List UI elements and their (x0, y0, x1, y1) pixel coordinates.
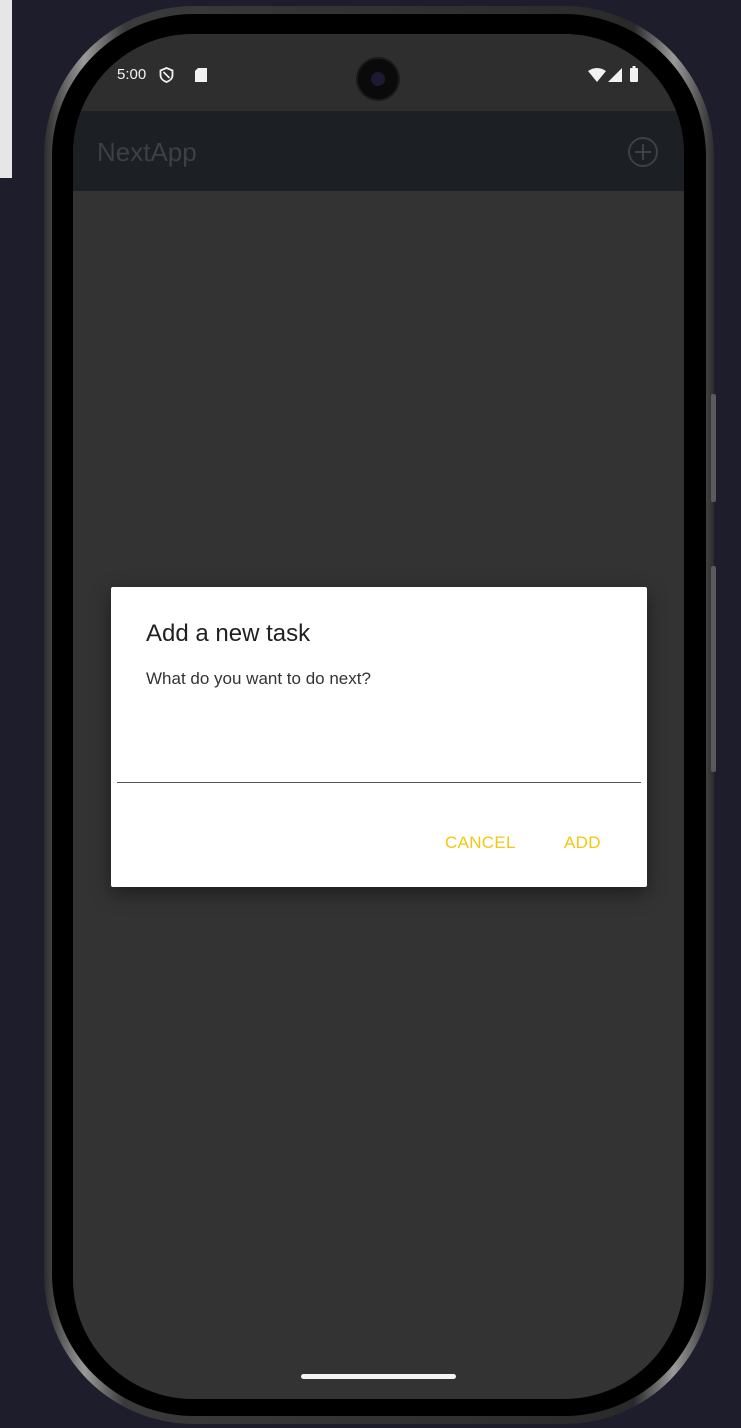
emulator-stage: 5:00 NextApp Add a new task What do you … (0, 0, 741, 1428)
shield-icon (159, 67, 174, 85)
app-title: NextApp (97, 137, 197, 167)
dialog-message: What do you want to do next? (146, 669, 371, 688)
add-circle-icon[interactable] (627, 136, 659, 168)
task-input[interactable] (117, 717, 641, 783)
signal-icon (608, 68, 622, 84)
home-indicator[interactable] (301, 1374, 456, 1379)
add-task-dialog: Add a new task What do you want to do ne… (111, 587, 647, 887)
add-button[interactable]: ADD (564, 833, 601, 853)
status-time: 5:00 (117, 66, 147, 83)
host-window-edge (0, 0, 12, 178)
cancel-button[interactable]: CANCEL (445, 833, 516, 853)
dialog-title: Add a new task (146, 620, 311, 647)
front-camera (356, 57, 400, 101)
power-button[interactable] (711, 566, 716, 772)
wifi-icon (588, 68, 606, 84)
sd-card-icon (194, 67, 208, 85)
battery-icon (630, 66, 638, 84)
status-bar: 5:00 (73, 34, 684, 111)
app-bar: NextApp (73, 111, 684, 191)
volume-button[interactable] (711, 394, 716, 502)
